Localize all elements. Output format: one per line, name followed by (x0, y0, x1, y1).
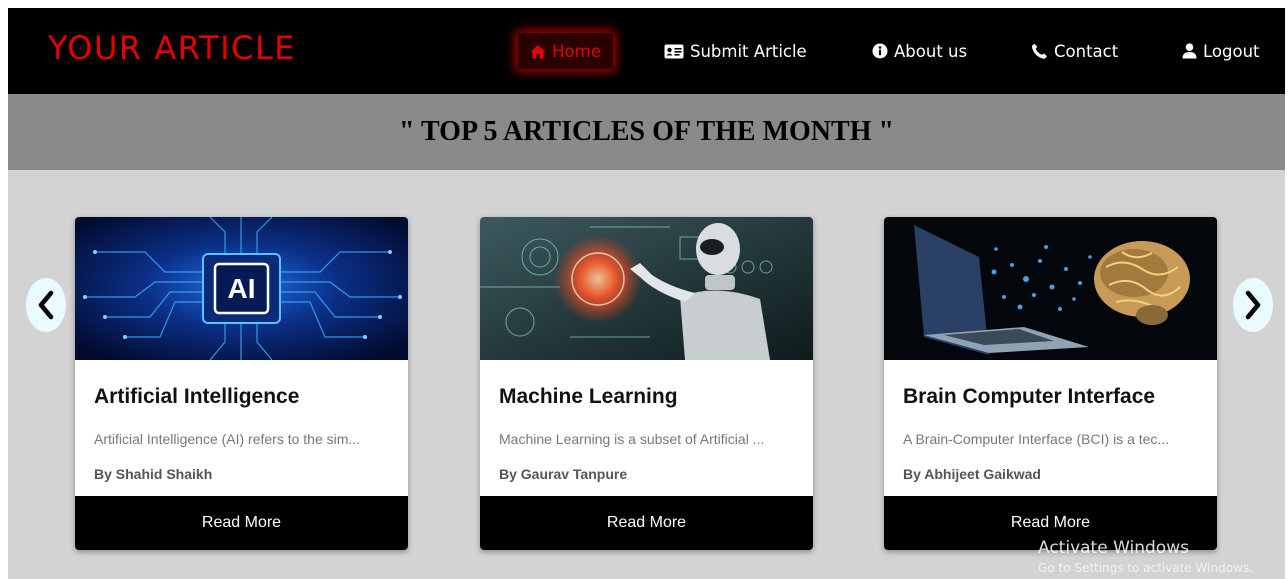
nav-submit-label: Submit Article (690, 41, 807, 61)
chevron-left-icon (38, 290, 54, 320)
carousel-next-button[interactable] (1233, 278, 1273, 332)
ai-chip-image: AI (75, 217, 408, 360)
laptop-brain-image (884, 217, 1217, 360)
watermark-subtitle: Go to Settings to activate Windows. (1038, 561, 1253, 575)
card-author: By Abhijeet Gaikwad (903, 466, 1041, 482)
article-card-ai: AI Artificial Intelligence Artificial In… (75, 217, 408, 550)
page-title: " TOP 5 ARTICLES OF THE MONTH " (398, 116, 895, 147)
nav-about-us[interactable]: About us (872, 33, 967, 69)
navbar: YOUR ARTICLE Home Submit Article About u… (8, 8, 1285, 94)
read-more-button[interactable]: Read More (480, 496, 813, 550)
phone-icon (1031, 43, 1047, 59)
nav-about-label: About us (894, 41, 968, 61)
nav-home-label: Home (552, 41, 601, 61)
nav-contact[interactable]: Contact (1031, 33, 1118, 69)
card-title: Machine Learning (499, 385, 678, 408)
carousel-prev-button[interactable] (26, 278, 66, 332)
nav-logout-label: Logout (1203, 41, 1260, 61)
home-icon (530, 44, 546, 58)
card-description: Artificial Intelligence (AI) refers to t… (94, 431, 361, 447)
info-circle-icon (872, 43, 888, 59)
article-card-ml: Machine Learning Machine Learning is a s… (480, 217, 813, 550)
chevron-right-icon (1245, 290, 1261, 320)
nav-contact-label: Contact (1054, 41, 1119, 61)
robot-hologram-image (480, 217, 813, 360)
card-description: Machine Learning is a subset of Artifici… (499, 431, 765, 447)
card-author: By Gaurav Tanpure (499, 466, 628, 482)
read-more-button[interactable]: Read More (75, 496, 408, 550)
site-logo[interactable]: YOUR ARTICLE (48, 29, 296, 67)
ai-chip-label: AI (228, 273, 256, 304)
id-card-icon (664, 44, 684, 58)
card-author: By Shahid Shaikh (94, 466, 213, 482)
nav-logout[interactable]: Logout (1182, 33, 1260, 69)
read-more-button[interactable]: Read More (884, 496, 1217, 550)
card-title: Artificial Intelligence (94, 385, 300, 408)
user-icon (1182, 43, 1197, 59)
article-card-bci: Brain Computer Interface A Brain-Compute… (884, 217, 1217, 550)
page-frame: YOUR ARTICLE Home Submit Article About u… (8, 8, 1285, 579)
card-description: A Brain-Computer Interface (BCI) is a te… (903, 431, 1170, 447)
nav-submit-article[interactable]: Submit Article (664, 33, 807, 69)
title-band: " TOP 5 ARTICLES OF THE MONTH " (8, 94, 1285, 170)
card-title: Brain Computer Interface (903, 385, 1156, 408)
nav-home[interactable]: Home (518, 33, 613, 69)
